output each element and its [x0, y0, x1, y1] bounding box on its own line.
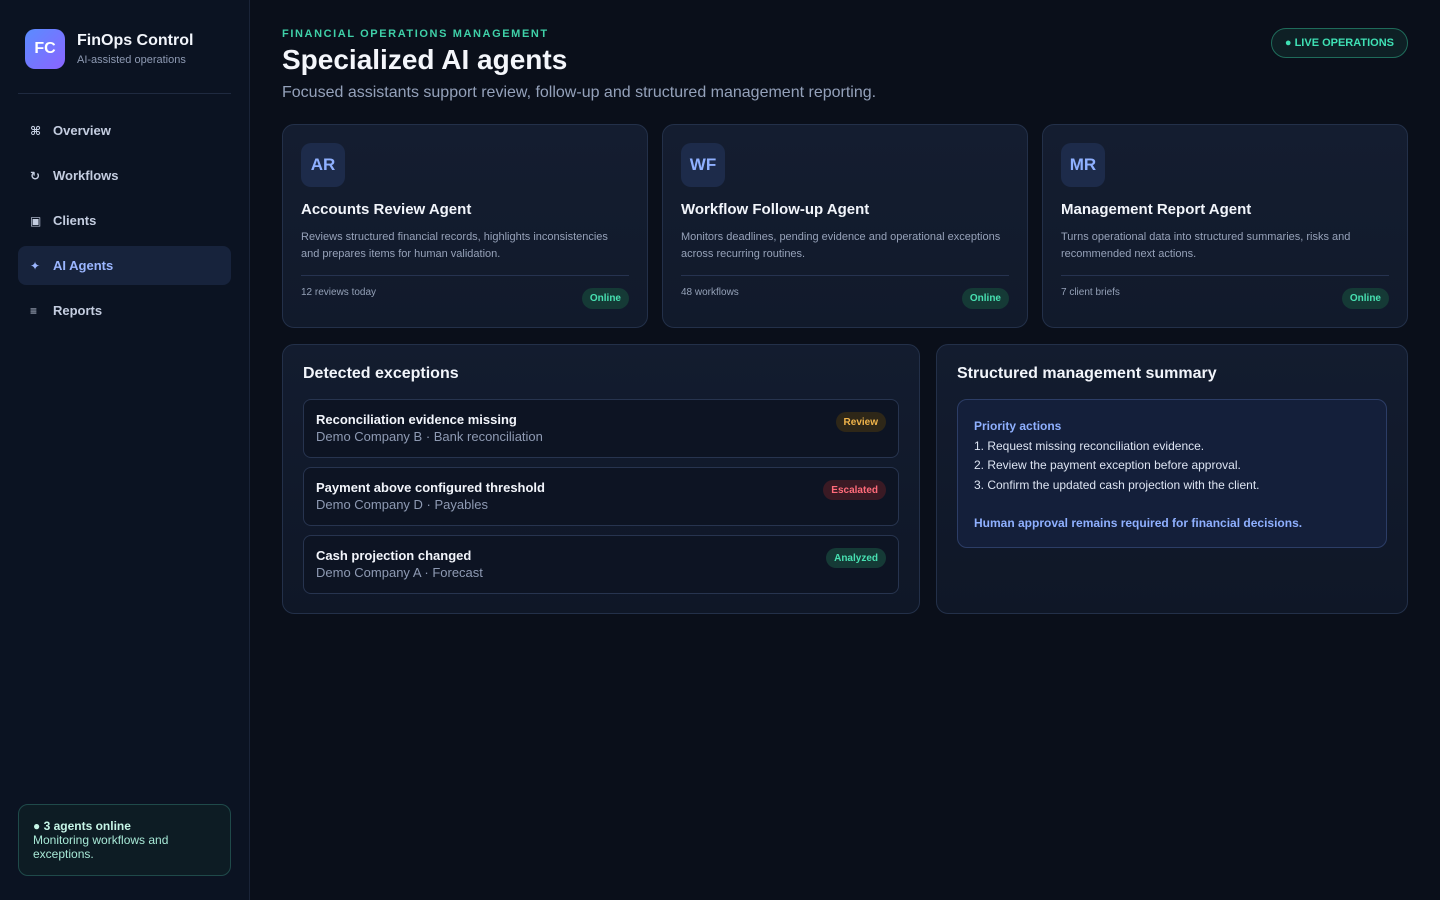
- agent-divider: [301, 275, 629, 276]
- status-badge: Online: [1341, 288, 1389, 309]
- agent-metric: 12 reviews today: [301, 287, 377, 298]
- exception-row[interactable]: Payment above configured threshold Demo …: [303, 467, 899, 526]
- agent-name: Accounts Review Agent: [301, 201, 472, 218]
- status-badge: Online: [961, 288, 1009, 309]
- summary-title: Structured management summary: [957, 365, 1217, 382]
- status-badge: Review: [835, 412, 886, 432]
- sidebar-item-label: Overview: [53, 123, 111, 138]
- agent-divider: [1061, 275, 1389, 276]
- agent-name: Management Report Agent: [1061, 201, 1252, 218]
- priority-action-item: 1. Request missing reconciliation eviden…: [974, 438, 1205, 453]
- brand-text: FinOps Control AI-assisted operations: [77, 31, 193, 67]
- priority-action-item: 3. Confirm the updated cash projection w…: [974, 477, 1260, 492]
- exception-subtitle: Demo Company A · Forecast: [316, 565, 483, 580]
- status-badge: Escalated: [823, 480, 886, 500]
- status-badge: Online: [581, 288, 629, 309]
- sidebar: FC FinOps Control AI-assisted operations…: [0, 0, 250, 900]
- exception-subtitle: Demo Company D · Payables: [316, 497, 488, 512]
- agents-status-title: ● 3 agents online: [33, 819, 131, 833]
- agent-card-management-report[interactable]: MR Management Report Agent Turns operati…: [1042, 124, 1408, 328]
- summary-box: Priority actions 1. Request missing reco…: [957, 399, 1387, 548]
- brand-name: FinOps Control: [77, 32, 194, 49]
- exception-title: Payment above configured threshold: [316, 480, 545, 495]
- agent-card-workflow-follow-up[interactable]: WF Workflow Follow-up Agent Monitors dea…: [662, 124, 1028, 328]
- agents-status-description: Monitoring workflows and exceptions.: [33, 833, 169, 861]
- agents-status-card: ● 3 agents online Monitoring workflows a…: [18, 804, 231, 876]
- brand-divider: [18, 93, 231, 94]
- sidebar-item-label: Workflows: [53, 168, 119, 183]
- summary-panel: Structured management summary Priority a…: [936, 344, 1408, 614]
- sidebar-item-reports[interactable]: ≡ Reports: [18, 291, 231, 330]
- sidebar-item-label: Clients: [53, 213, 97, 228]
- brand-logo: FC: [25, 29, 65, 69]
- sidebar-nav: ⌘ Overview ↻ Workflows ▣ Clients ✦ AI Ag…: [18, 111, 231, 336]
- exceptions-panel: Detected exceptions Reconciliation evide…: [282, 344, 920, 614]
- sidebar-item-overview[interactable]: ⌘ Overview: [18, 111, 231, 150]
- agent-name: Workflow Follow-up Agent: [681, 201, 870, 218]
- agent-description: Monitors deadlines, pending evidence and…: [681, 231, 1001, 260]
- agent-description: Turns operational data into structured s…: [1061, 231, 1351, 260]
- sidebar-item-label: Reports: [53, 303, 103, 318]
- live-operations-badge: ● LIVE OPERATIONS: [1270, 28, 1408, 58]
- exception-title: Reconciliation evidence missing: [316, 412, 517, 427]
- sidebar-item-ai-agents[interactable]: ✦ AI Agents: [18, 246, 231, 285]
- agent-metric: 7 client briefs: [1061, 287, 1120, 298]
- clients-icon: ▣: [30, 213, 42, 228]
- exceptions-title: Detected exceptions: [303, 365, 459, 382]
- exception-row[interactable]: Cash projection changed Demo Company A ·…: [303, 535, 899, 594]
- agent-metric: 48 workflows: [681, 287, 739, 298]
- human-approval-note: Human approval remains required for fina…: [974, 516, 1303, 530]
- agent-avatar: WF: [681, 143, 725, 187]
- brand[interactable]: FC FinOps Control AI-assisted operations: [25, 29, 193, 69]
- refresh-icon: ↻: [30, 168, 41, 183]
- sparkle-icon: ✦: [30, 258, 41, 273]
- agent-card-accounts-review[interactable]: AR Accounts Review Agent Reviews structu…: [282, 124, 648, 328]
- page-eyebrow: FINANCIAL OPERATIONS MANAGEMENT: [282, 28, 549, 40]
- status-badge: Analyzed: [826, 548, 886, 568]
- agent-avatar: MR: [1061, 143, 1105, 187]
- agent-avatar: AR: [301, 143, 345, 187]
- brand-subtitle: AI-assisted operations: [77, 54, 186, 66]
- exception-title: Cash projection changed: [316, 548, 472, 563]
- sidebar-item-clients[interactable]: ▣ Clients: [18, 201, 231, 240]
- page-subtitle: Focused assistants support review, follo…: [282, 84, 877, 101]
- reports-icon: ≡: [30, 303, 38, 318]
- page-title: Specialized AI agents: [282, 44, 568, 75]
- exception-row[interactable]: Reconciliation evidence missing Demo Com…: [303, 399, 899, 458]
- priority-actions-heading: Priority actions: [974, 419, 1062, 433]
- agent-description: Reviews structured financial records, hi…: [301, 231, 608, 260]
- agent-grid: AR Accounts Review Agent Reviews structu…: [282, 124, 1408, 328]
- agent-divider: [681, 275, 1009, 276]
- priority-action-item: 2. Review the payment exception before a…: [974, 458, 1241, 472]
- command-icon: ⌘: [30, 123, 42, 138]
- sidebar-item-label: AI Agents: [53, 258, 114, 273]
- exception-subtitle: Demo Company B · Bank reconciliation: [316, 429, 543, 444]
- sidebar-item-workflows[interactable]: ↻ Workflows: [18, 156, 231, 195]
